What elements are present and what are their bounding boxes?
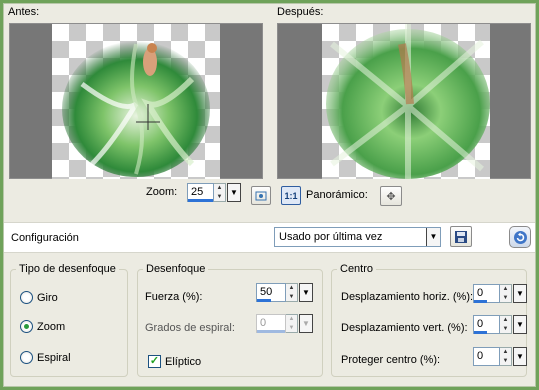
- horiz-offset-dropdown-icon[interactable]: ▼: [513, 284, 527, 303]
- center-title: Centro: [337, 263, 377, 275]
- radio-giro[interactable]: [20, 291, 33, 304]
- radio-zoom[interactable]: [20, 320, 33, 333]
- after-image: [326, 24, 490, 179]
- chevron-down-icon: ▼: [426, 228, 440, 246]
- vert-offset-input[interactable]: 0: [473, 315, 500, 334]
- radio-zoom-label: Zoom: [37, 321, 66, 333]
- spiral-dropdown-icon: ▼: [299, 314, 313, 333]
- zoom-arrows[interactable]: ▲ ▼: [214, 183, 226, 202]
- horiz-offset-input[interactable]: 0: [473, 284, 500, 303]
- elliptic-checkbox[interactable]: ✓: [148, 355, 161, 368]
- zoom-fit-icon: [255, 191, 267, 200]
- radio-espiral-label: Espiral: [37, 352, 71, 364]
- vert-offset-label: Desplazamiento vert. (%):: [341, 322, 468, 334]
- strength-label: Fuerza (%):: [145, 291, 203, 303]
- save-icon: [455, 230, 467, 243]
- elliptic-label: Elíptico: [165, 356, 202, 368]
- strength-arrows[interactable]: ▲ ▼: [286, 283, 298, 302]
- reset-button[interactable]: [509, 226, 531, 248]
- protect-center-input[interactable]: 0: [473, 347, 500, 366]
- strength-stepper[interactable]: 50 ▲ ▼ ▼: [256, 283, 313, 302]
- vert-offset-stepper[interactable]: 0 ▲ ▼ ▼: [473, 315, 527, 334]
- after-preview: [277, 23, 531, 179]
- before-image: [62, 41, 210, 177]
- vert-offset-arrows[interactable]: ▲ ▼: [500, 315, 512, 334]
- horiz-offset-label: Desplazamiento horiz. (%):: [341, 291, 474, 303]
- zoom-stepper[interactable]: 25 ▲ ▼ ▼: [187, 183, 241, 202]
- radio-espiral[interactable]: [20, 351, 33, 364]
- protect-center-stepper[interactable]: 0 ▲ ▼ ▼: [473, 347, 527, 366]
- protect-center-arrows[interactable]: ▲ ▼: [500, 347, 512, 366]
- strength-dropdown-icon[interactable]: ▼: [299, 283, 313, 302]
- strength-input[interactable]: 50: [256, 283, 286, 302]
- spiral-label: Grados de espiral:: [145, 322, 235, 334]
- zoom-fit-button[interactable]: [251, 186, 271, 205]
- spiral-stepper: 0 ▲ ▼ ▼: [256, 314, 313, 333]
- reset-icon: [513, 230, 527, 244]
- preset-select[interactable]: Usado por última vez ▼: [274, 227, 441, 247]
- before-preview[interactable]: [9, 23, 263, 179]
- horiz-offset-arrows[interactable]: ▲ ▼: [500, 284, 512, 303]
- before-label: Antes:: [8, 6, 40, 18]
- one-to-one-button[interactable]: 1:1: [281, 186, 301, 205]
- radio-giro-label: Giro: [37, 292, 58, 304]
- spiral-input: 0: [256, 314, 286, 333]
- blur-type-title: Tipo de desenfoque: [16, 263, 119, 275]
- pan-label: Panorámico:: [306, 189, 368, 201]
- zoom-dropdown-icon[interactable]: ▼: [227, 183, 241, 202]
- after-label: Después:: [277, 6, 324, 18]
- spiral-arrows: ▲ ▼: [286, 314, 298, 333]
- vert-offset-dropdown-icon[interactable]: ▼: [513, 315, 527, 334]
- horiz-offset-stepper[interactable]: 0 ▲ ▼ ▼: [473, 284, 527, 303]
- blur-title: Desenfoque: [143, 263, 209, 275]
- move-icon: ✥: [386, 190, 396, 203]
- save-preset-button[interactable]: [450, 226, 472, 247]
- zoom-label: Zoom:: [146, 186, 178, 198]
- pan-button[interactable]: ✥: [380, 186, 402, 206]
- protect-center-dropdown-icon[interactable]: ▼: [513, 347, 527, 366]
- protect-center-label: Proteger centro (%):: [341, 354, 441, 366]
- zoom-input[interactable]: 25: [187, 183, 214, 202]
- config-label: Configuración: [11, 232, 79, 244]
